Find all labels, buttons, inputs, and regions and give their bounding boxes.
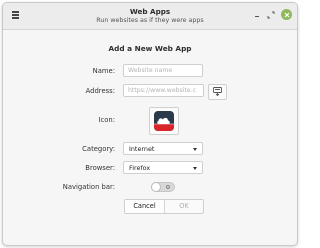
- category-value: Internet: [129, 145, 155, 153]
- browser-value: Firefox: [129, 164, 151, 172]
- name-label: Name:: [92, 67, 115, 75]
- form-heading: Add a New Web App: [108, 44, 192, 53]
- minimize-icon[interactable]: [252, 10, 262, 20]
- icon-label: Icon:: [98, 116, 116, 124]
- toggle-knob: [151, 182, 161, 192]
- download-favicon-button[interactable]: [208, 84, 227, 100]
- browser-select[interactable]: Firefox: [123, 161, 203, 174]
- webapp-cloud-icon: [154, 111, 174, 131]
- address-label: Address:: [85, 87, 115, 95]
- chevron-down-icon: [193, 166, 197, 170]
- window-title: Web Apps: [129, 7, 171, 16]
- hamburger-menu-icon[interactable]: [12, 11, 20, 20]
- category-select[interactable]: Internet: [123, 142, 203, 155]
- close-icon[interactable]: [281, 9, 292, 20]
- navigation-bar-toggle[interactable]: [151, 182, 175, 192]
- window-subtitle: Run websites as if they were apps: [96, 16, 204, 24]
- toggle-off-icon: [166, 184, 170, 189]
- download-favicon-icon: [213, 87, 222, 96]
- ok-button[interactable]: OK: [165, 200, 203, 213]
- web-apps-window: Web Apps Run websites as if they were ap…: [2, 2, 298, 246]
- title-bar: Web Apps Run websites as if they were ap…: [3, 3, 297, 30]
- browser-label: Browser:: [85, 164, 115, 172]
- maximize-icon[interactable]: [266, 10, 276, 20]
- icon-chooser-button[interactable]: [149, 107, 179, 135]
- cancel-button[interactable]: Cancel: [125, 200, 165, 213]
- name-input[interactable]: [123, 64, 203, 77]
- chevron-down-icon: [193, 147, 197, 151]
- address-input[interactable]: [123, 84, 204, 97]
- dialog-buttons: Cancel OK: [124, 199, 204, 214]
- category-label: Category:: [82, 145, 115, 153]
- navigation-bar-label: Navigation bar:: [62, 183, 115, 191]
